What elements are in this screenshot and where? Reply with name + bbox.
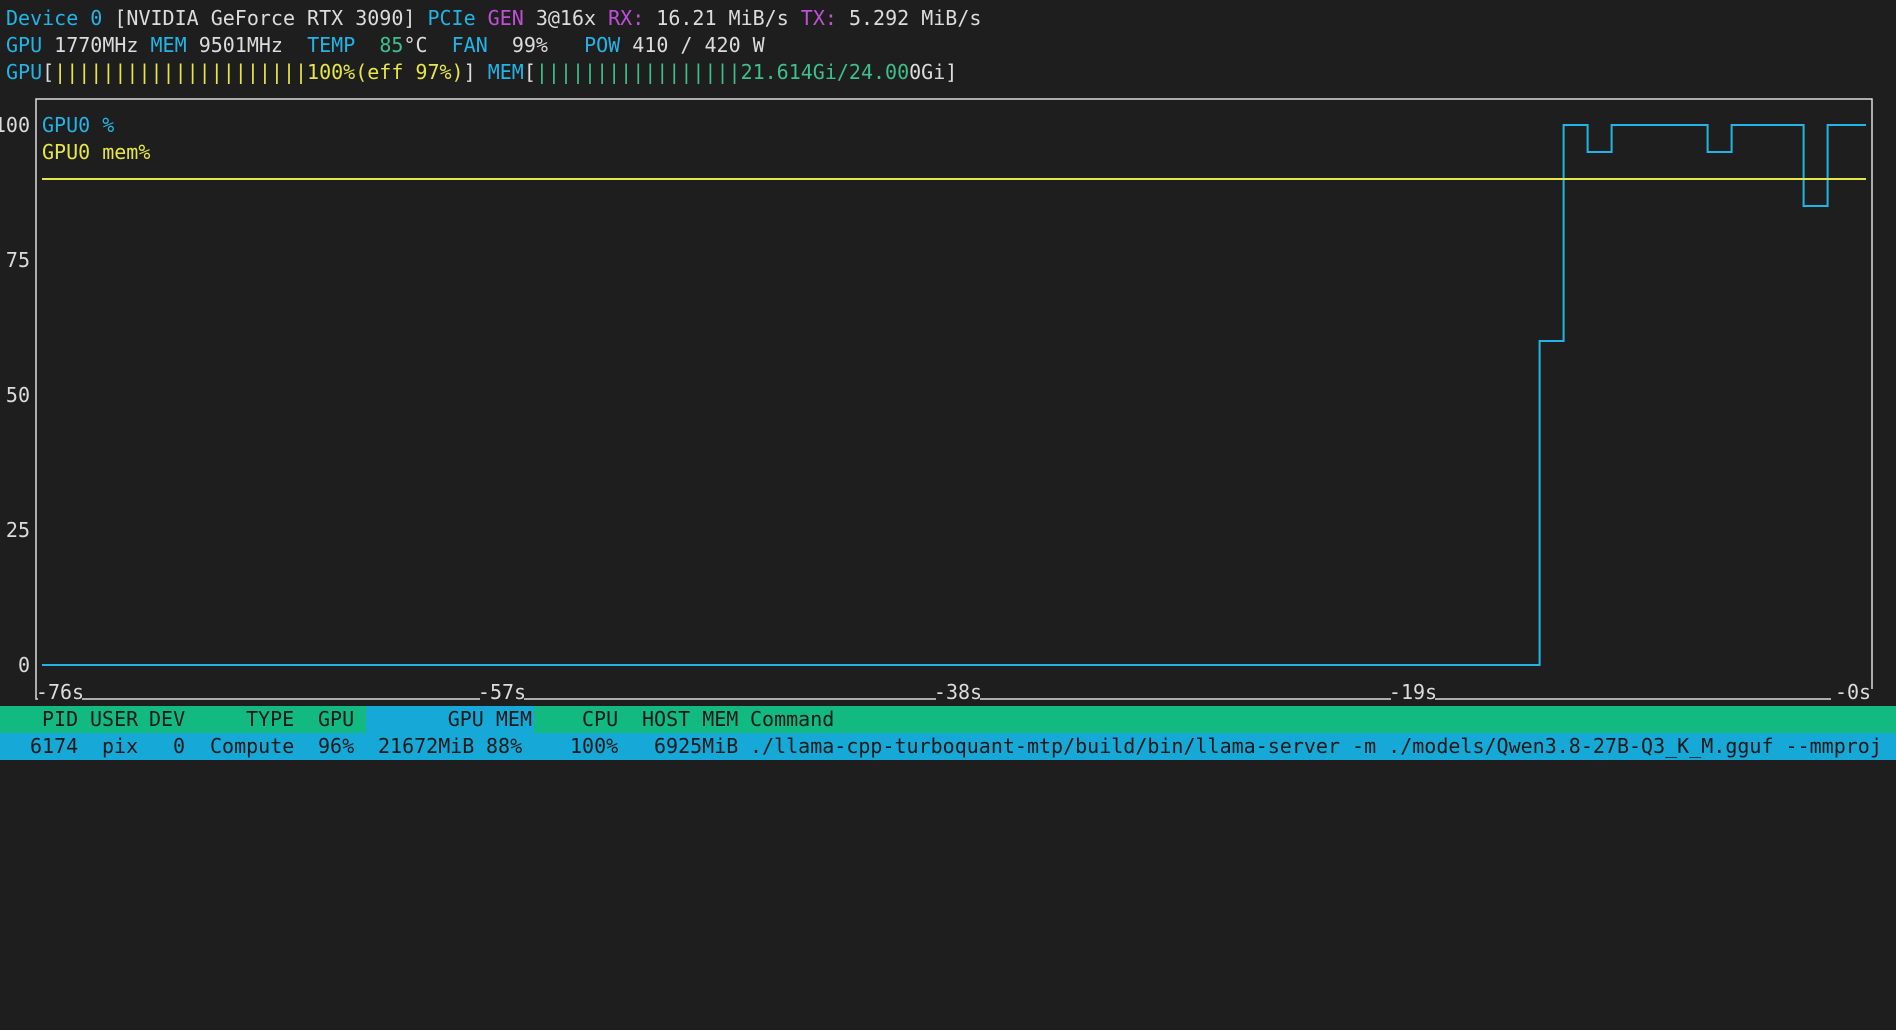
pcie-label: PCIe [427,6,476,30]
row-user: pix [102,734,139,758]
legend-entry: GPU0 mem% [42,140,150,164]
mem-bar-label: MEM [487,60,524,84]
rx-value: 16.21 MiB/s [656,6,789,30]
gpu-clock-label: GPU [6,33,43,57]
gpu-usage-chart: 1007550250 -76s-57s-38s-19s-0s GPU0 %GPU… [0,98,1875,704]
x-tick-label: -0s [1835,680,1871,704]
row-pid: 6174 [30,734,79,758]
col-host-mem[interactable]: HOST MEM [642,706,738,733]
mem-bar-close: ] [945,60,958,84]
gpu-bar-close: ] [463,60,476,84]
mem-usage-text-total: 0Gi [909,60,946,84]
y-axis-ticks: 100 75 50 25 0 [0,113,30,677]
gpu-usage-bar: ||||||||||||||||||||| [54,60,308,84]
x-tick-label: -57s [478,680,526,704]
chart-legend: GPU0 % GPU0 mem% [42,113,150,164]
col-gpu[interactable]: GPU [318,706,354,733]
series-line [42,124,1866,666]
clock-info-line: GPU 1770MHz MEM 9501MHz TEMP 85°C FAN 99… [6,32,765,58]
gpu-clock-value: 1770MHz [54,33,139,57]
gpu-bar-label: GPU [6,60,43,84]
col-pid[interactable]: PID [42,706,78,733]
y-tick-label: 50 [6,383,30,407]
temp-label: TEMP [307,33,356,57]
x-tick-label: -38s [934,680,982,704]
col-gpu-mem[interactable]: GPU MEM [366,706,534,733]
rx-label: RX: [608,6,645,30]
tx-label: TX: [800,6,837,30]
pow-value: 410 / 420 W [632,33,765,57]
y-tick-label: 100 [0,113,30,137]
fan-value: 99% [511,33,548,57]
pow-label: POW [584,33,621,57]
col-command[interactable]: Command [750,706,834,733]
device-label: Device 0 [6,6,103,30]
usage-bars-line: GPU[|||||||||||||||||||||100%(eff 97%)] … [6,59,957,85]
y-tick-label: 25 [6,518,30,542]
legend-entry: GPU0 % [42,113,114,137]
gpu-usage-text: 100%(eff 97%) [307,60,464,84]
device-info-line: Device 0 [NVIDIA GeForce RTX 3090] PCIe … [6,5,981,31]
row-gpu-mem: 21672MiB [378,734,475,758]
x-axis-ticks: -76s -57s -38s -19s -0s [36,680,1875,704]
chart-series [42,124,1866,666]
table-row[interactable]: 6174 pix 0 Compute 96% 21672MiB 88% 100%… [0,733,1896,760]
row-gpu-mem-pct: 88% [486,734,523,758]
gen-label: GEN [487,6,524,30]
row-type: Compute [210,734,295,758]
y-tick-label: 0 [18,653,30,677]
row-cpu: 100% [570,734,619,758]
gpu-bar-open: [ [42,60,55,84]
mem-clock-label: MEM [150,33,187,57]
col-cpu[interactable]: CPU [582,706,618,733]
device-name: [NVIDIA GeForce RTX 3090] [114,6,416,30]
process-table-header: PID USER DEV TYPE GPU GPU MEM CPU HOST M… [0,706,1896,733]
fan-label: FAN [451,33,488,57]
row-gpu: 96% [318,734,355,758]
chart-frame [35,98,1873,700]
row-host-mem: 6925MiB [654,734,739,758]
gen-value: 3@16x [535,6,597,30]
col-type[interactable]: TYPE [246,706,294,733]
row-dev: 0 [173,734,186,758]
temp-value: 85 [379,33,404,57]
x-tick-label: -19s [1389,680,1437,704]
mem-clock-value: 9501MHz [198,33,283,57]
x-tick-label: -76s [36,680,84,704]
tx-value: 5.292 MiB/s [848,6,982,30]
y-tick-label: 75 [6,248,30,272]
temp-unit: °C [403,33,428,57]
mem-usage-text: 21.614Gi/24.00 [740,60,910,84]
col-dev[interactable]: DEV [149,706,185,733]
mem-usage-bar: ||||||||||||||||| [535,60,741,84]
mem-bar-open: [ [523,60,536,84]
row-command: ./llama-cpp-turboquant-mtp/build/bin/lla… [750,734,1882,758]
col-user[interactable]: USER [90,706,138,733]
